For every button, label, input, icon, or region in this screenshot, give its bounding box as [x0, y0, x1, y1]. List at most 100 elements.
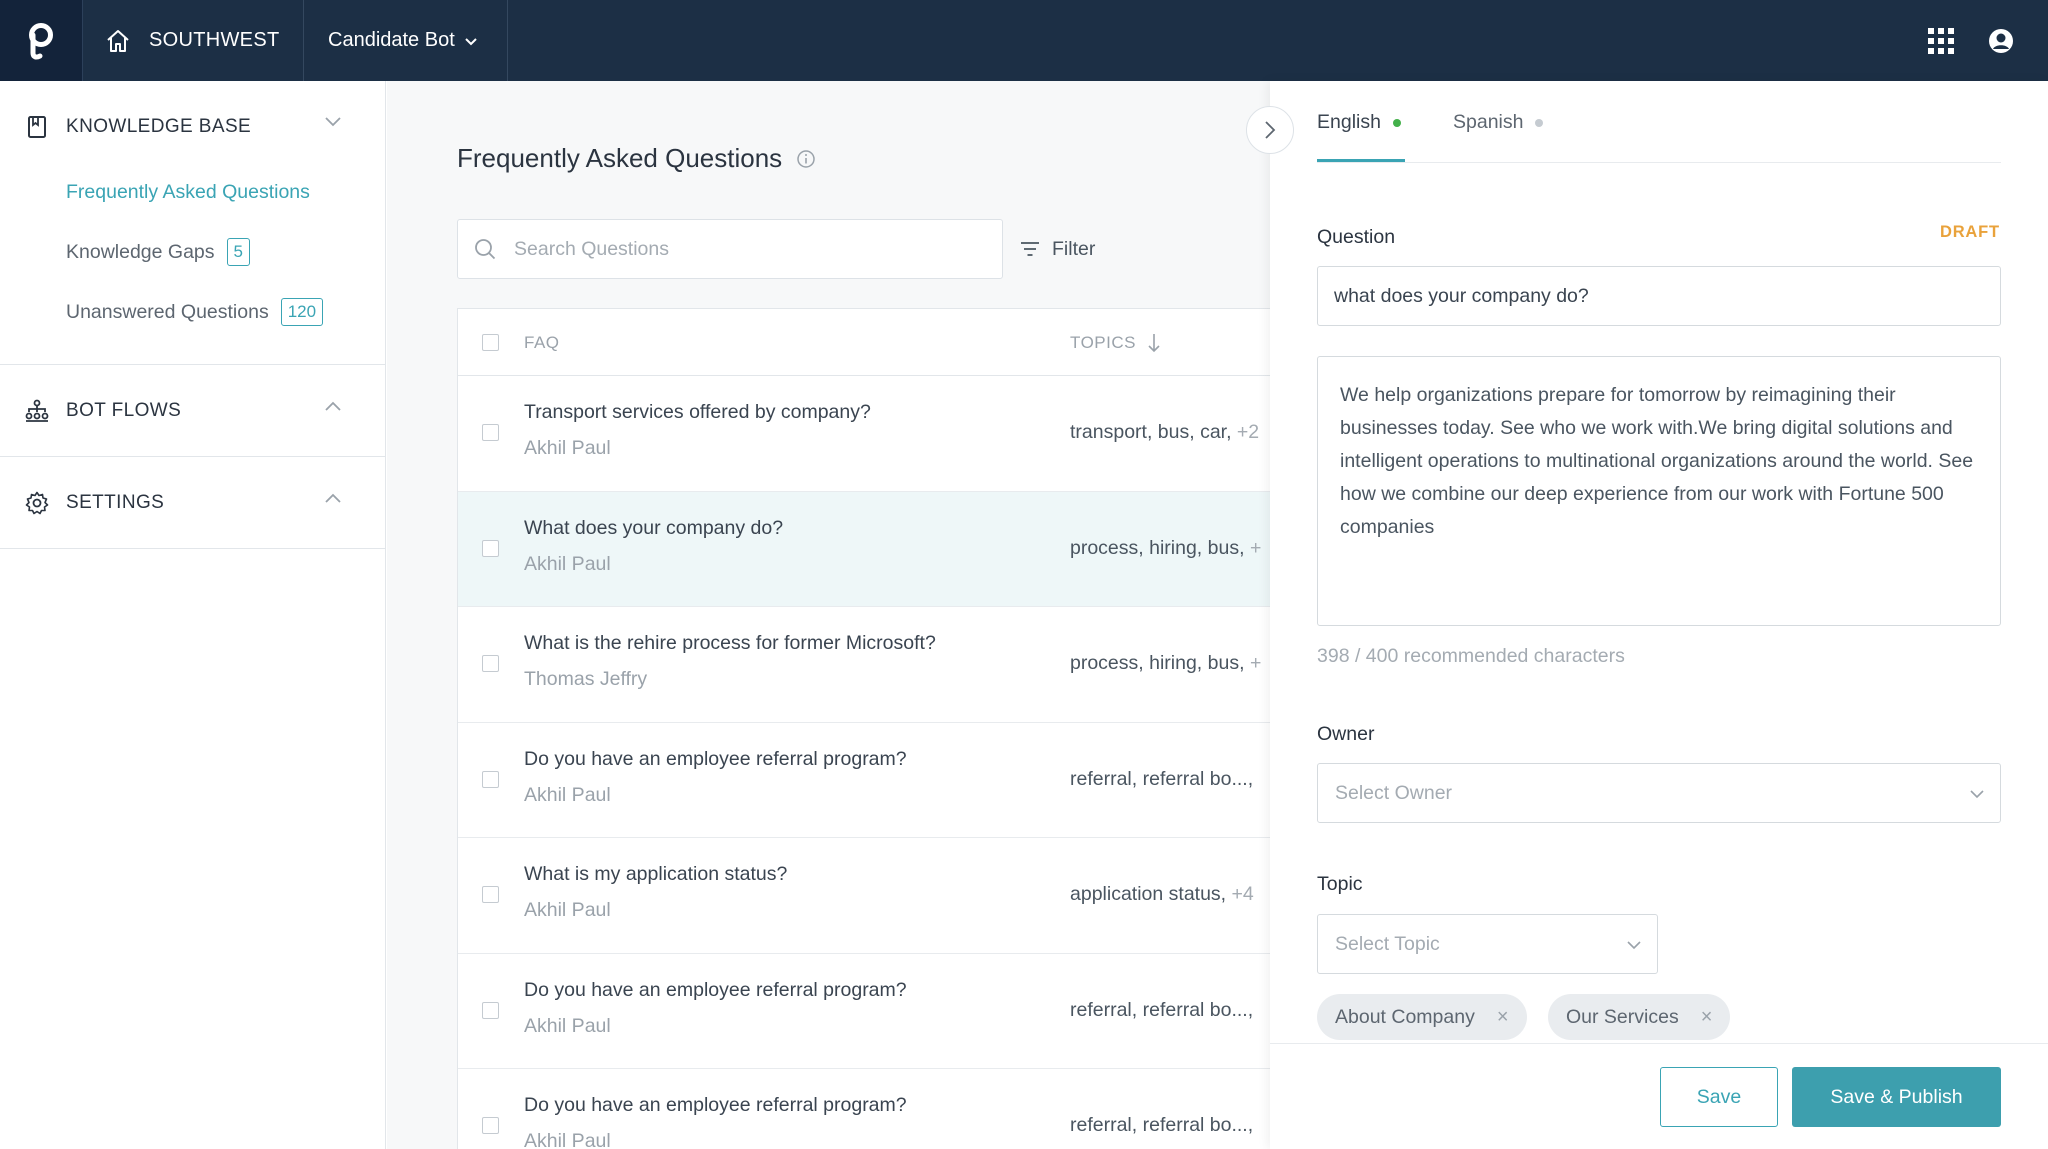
active-tab-indicator [1317, 159, 1405, 162]
sidebar-item-unanswered-questions[interactable]: Unanswered Questions 120 [0, 282, 385, 342]
row-checkbox[interactable] [482, 1001, 499, 1019]
status-badge: DRAFT [1940, 223, 2000, 241]
character-count: 398 / 400 recommended characters [1317, 645, 1625, 667]
faq-author: Thomas Jeffry [524, 668, 648, 690]
filter-icon [1021, 242, 1039, 256]
chevron-up-icon [325, 401, 341, 411]
knowledge-base-header[interactable]: KNOWLEDGE BASE [0, 81, 385, 172]
settings-section: SETTINGS [0, 457, 385, 549]
panel-footer: Save Save & Publish [1270, 1043, 2048, 1149]
answer-textarea[interactable]: We help organizations prepare for tomorr… [1317, 356, 2001, 626]
book-icon [24, 114, 50, 140]
faq-topics-list: process, hiring, bus, [1070, 536, 1245, 559]
faq-topics-list: transport, bus, car, [1070, 421, 1232, 443]
chevron-up-icon [325, 493, 341, 503]
save-button[interactable]: Save [1660, 1067, 1778, 1127]
search-input[interactable]: Search Questions [457, 219, 1003, 279]
topic-label: Topic [1317, 873, 1363, 895]
sidebar-item-label: Knowledge Gaps [66, 240, 215, 263]
faq-topics-list: referral, referral bo..., [1070, 998, 1254, 1021]
status-dot [1392, 118, 1401, 127]
column-header-faq[interactable]: FAQ [524, 333, 560, 353]
tab-english[interactable]: English [1317, 111, 1401, 134]
chevron-down-icon [465, 37, 477, 45]
faq-topics: referral, referral bo..., [1070, 999, 1253, 1022]
owner-select[interactable]: Select Owner [1317, 763, 2001, 823]
faq-question: What does your company do? [524, 516, 784, 539]
table-row[interactable]: Do you have an employee referral program… [458, 723, 1270, 838]
page-title: Frequently Asked Questions [457, 143, 816, 174]
question-input[interactable]: what does your company do? [1317, 266, 2001, 326]
app-logo[interactable] [0, 0, 83, 81]
topic-chip-label: Our Services [1566, 1005, 1679, 1028]
tab-english-label: English [1317, 111, 1381, 133]
user-account-icon[interactable] [1988, 28, 2014, 54]
apps-grid-icon[interactable] [1928, 28, 1954, 54]
save-and-publish-button[interactable]: Save & Publish [1792, 1067, 2001, 1127]
top-bar: SOUTHWEST Candidate Bot [0, 0, 2048, 81]
bot-selector[interactable]: Candidate Bot [304, 0, 508, 81]
close-icon[interactable]: × [1701, 1006, 1713, 1029]
faq-topics-more: + [1249, 536, 1262, 559]
faq-question: What is the rehire process for former Mi… [524, 632, 936, 654]
faq-editor-panel: English Spanish Question DRAFT what does… [1270, 81, 2048, 1149]
tab-spanish[interactable]: Spanish [1453, 111, 1544, 134]
settings-header[interactable]: SETTINGS [0, 457, 385, 548]
faq-topics: referral, referral bo..., [1070, 1114, 1253, 1137]
filter-button[interactable]: Filter [1020, 229, 1095, 269]
bot-flows-header[interactable]: BOT FLOWS [0, 365, 385, 456]
flow-hierarchy-icon [24, 398, 50, 424]
question-input-value: what does your company do? [1334, 284, 1589, 307]
column-header-topics[interactable]: TOPICS [1070, 333, 1160, 353]
chevron-down-icon [1627, 941, 1641, 950]
faq-author: Akhil Paul [524, 899, 611, 921]
table-row[interactable]: Do you have an employee referral program… [458, 954, 1270, 1069]
sidebar-item-label: Unanswered Questions [66, 300, 269, 323]
faq-topics: process, hiring, bus, + [1070, 652, 1261, 675]
table-row[interactable]: What is the rehire process for former Mi… [458, 607, 1270, 723]
faq-question: Do you have an employee referral program… [524, 747, 907, 770]
table-row[interactable]: What is my application status? Akhil Pau… [458, 838, 1270, 954]
collapse-panel-button[interactable] [1246, 106, 1294, 154]
table-row[interactable]: What does your company do? Akhil Paul pr… [458, 491, 1270, 607]
sidebar-item-knowledge-gaps[interactable]: Knowledge Gaps 5 [0, 222, 385, 282]
faq-topics-list: process, hiring, bus, [1070, 652, 1245, 674]
row-checkbox[interactable] [482, 539, 499, 557]
faq-topics-more: +2 [1236, 421, 1260, 443]
faq-topics: referral, referral bo..., [1070, 768, 1253, 791]
topic-chip-label: About Company [1335, 1005, 1475, 1028]
row-checkbox[interactable] [482, 424, 499, 441]
org-name: SOUTHWEST [149, 29, 280, 51]
faq-author: Akhil Paul [524, 783, 611, 806]
close-icon[interactable]: × [1497, 1006, 1509, 1029]
bot-name: Candidate Bot [328, 29, 455, 51]
topic-placeholder: Select Topic [1335, 932, 1440, 955]
row-checkbox[interactable] [482, 770, 499, 788]
org-switcher[interactable]: SOUTHWEST [83, 0, 304, 81]
table-header: FAQ TOPICS [458, 309, 1270, 376]
filter-label: Filter [1052, 237, 1096, 260]
faq-question: Do you have an employee referral program… [524, 978, 907, 1001]
row-checkbox[interactable] [482, 1117, 499, 1134]
faq-table: FAQ TOPICS Transport services offered by… [457, 308, 1270, 1149]
topic-chip: Our Services × [1548, 994, 1731, 1040]
question-label: Question [1317, 226, 1396, 248]
knowledge-base-section: KNOWLEDGE BASE Frequently Asked Question… [0, 81, 385, 365]
info-icon[interactable] [796, 149, 816, 169]
gear-icon [24, 490, 50, 516]
row-checkbox[interactable] [482, 655, 499, 672]
row-checkbox[interactable] [482, 886, 499, 903]
table-row[interactable]: Do you have an employee referral program… [458, 1069, 1270, 1149]
faq-topics-list: referral, referral bo..., [1070, 1114, 1254, 1136]
faq-author: Akhil Paul [524, 1130, 611, 1149]
topic-select[interactable]: Select Topic [1317, 914, 1658, 974]
settings-label: SETTINGS [66, 491, 165, 513]
faq-topics: process, hiring, bus, + [1070, 537, 1261, 560]
count-badge: 5 [226, 238, 250, 266]
knowledge-base-label: KNOWLEDGE BASE [66, 115, 252, 137]
faq-author: Akhil Paul [524, 1014, 611, 1037]
table-row[interactable]: Transport services offered by company? A… [458, 376, 1270, 492]
faq-topics: application status, +4 [1070, 883, 1254, 906]
owner-placeholder: Select Owner [1335, 781, 1453, 804]
select-all-checkbox[interactable] [482, 334, 499, 351]
